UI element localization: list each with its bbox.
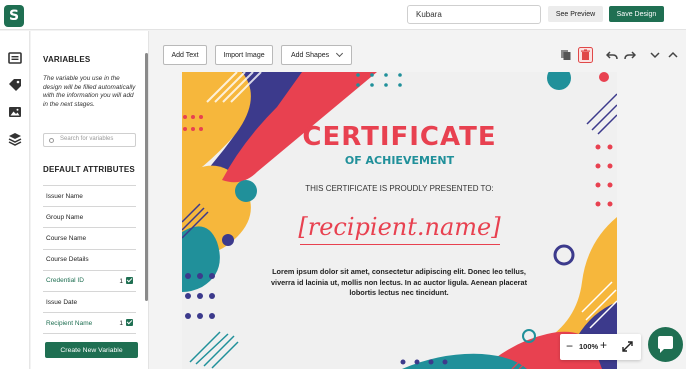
create-new-variable-button[interactable]: Create New Variable <box>45 342 138 358</box>
attribute-course-details[interactable]: Course Details <box>43 250 136 271</box>
chevron-down-icon[interactable] <box>649 49 661 61</box>
chat-support-button[interactable] <box>648 327 683 362</box>
chevron-down-icon <box>335 49 344 58</box>
attribute-label: Group Name <box>46 213 84 221</box>
layers-icon[interactable] <box>8 132 22 146</box>
redo-icon[interactable] <box>624 49 636 61</box>
checkbox-checked-icon[interactable] <box>126 276 133 284</box>
chat-bubble-icon <box>658 336 673 353</box>
certificate-title[interactable]: CERTIFICATE <box>182 122 617 152</box>
app-logo[interactable]: S <box>4 5 24 27</box>
copy-icon[interactable] <box>560 49 572 61</box>
variables-description: The variable you use in the design will … <box>43 75 136 108</box>
attribute-issue-date[interactable]: Issue Date <box>43 292 136 314</box>
tag-icon[interactable] <box>8 78 22 92</box>
zoom-level: 100% <box>579 342 599 351</box>
search-placeholder: Search for variables <box>60 136 114 142</box>
search-icon <box>49 138 54 143</box>
attributes-list: Issuer Name Group Name Course Name Cours… <box>43 185 136 335</box>
design-name-input[interactable] <box>407 5 541 24</box>
checkbox-checked-icon[interactable] <box>126 319 133 327</box>
default-attributes-heading: DEFAULT ATTRIBUTES <box>43 165 135 174</box>
recipient-underline <box>300 244 500 245</box>
import-image-button[interactable]: Import Image <box>215 45 273 65</box>
certificate-body-text[interactable]: Lorem ipsum dolor sit amet, consectetur … <box>264 267 534 299</box>
delete-icon[interactable] <box>578 47 593 63</box>
attribute-credential-id[interactable]: Credential ID 1 <box>43 271 136 292</box>
attribute-recipient-name[interactable]: Recipient Name 1 <box>43 313 136 335</box>
add-text-button[interactable]: Add Text <box>163 45 207 65</box>
recipient-name-placeholder[interactable]: [recipient.name] <box>182 213 617 241</box>
attribute-usage-count: 1 <box>119 277 123 285</box>
add-shapes-label: Add Shapes <box>291 51 330 59</box>
attribute-label: Course Name <box>46 234 87 242</box>
zoom-control: − 100% + <box>560 334 641 360</box>
certificate-subtitle[interactable]: OF ACHIEVEMENT <box>182 154 617 167</box>
zoom-out-button[interactable]: − <box>566 339 573 353</box>
attribute-group-name[interactable]: Group Name <box>43 207 136 229</box>
attribute-label: Course Details <box>46 256 89 264</box>
image-icon[interactable] <box>8 105 22 119</box>
variables-panel: VARIABLES The variable you use in the de… <box>31 31 149 369</box>
see-preview-button[interactable]: See Preview <box>548 6 603 22</box>
attribute-label: Issuer Name <box>46 192 83 200</box>
add-shapes-dropdown[interactable]: Add Shapes <box>281 45 352 65</box>
variables-heading: VARIABLES <box>43 55 91 64</box>
variable-search-input[interactable]: Search for variables <box>43 133 136 147</box>
top-bar: S See Preview Save Design <box>0 0 686 30</box>
zoom-in-button[interactable]: + <box>600 338 607 352</box>
chevron-up-icon[interactable] <box>667 49 679 61</box>
save-design-button[interactable]: Save Design <box>609 6 664 22</box>
variables-icon[interactable] <box>8 51 22 65</box>
attribute-usage-count: 1 <box>119 320 123 328</box>
undo-icon[interactable] <box>606 49 618 61</box>
attribute-course-name[interactable]: Course Name <box>43 228 136 250</box>
attribute-issuer-name[interactable]: Issuer Name <box>43 186 136 208</box>
expand-icon[interactable] <box>622 341 633 352</box>
attribute-label: Recipient Name <box>46 319 93 327</box>
editor-toolbar: Add Text Import Image Add Shapes <box>150 31 686 71</box>
certificate-canvas[interactable]: CERTIFICATE OF ACHIEVEMENT THIS CERTIFIC… <box>182 72 617 369</box>
attribute-label: Credential ID <box>46 277 84 285</box>
certificate-presented-text[interactable]: THIS CERTIFICATE IS PROUDLY PRESENTED TO… <box>182 184 617 193</box>
panel-scrollbar[interactable] <box>145 53 148 301</box>
attribute-label: Issue Date <box>46 298 78 306</box>
left-icon-rail <box>0 31 30 369</box>
logo-letter: S <box>8 8 20 24</box>
